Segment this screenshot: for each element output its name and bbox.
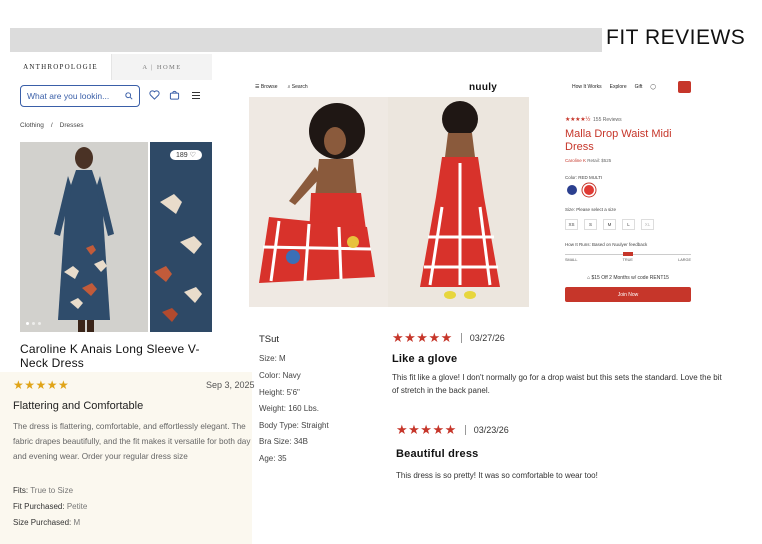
menu-icon: ☰ xyxy=(255,84,260,90)
reviewer-height: Height: 5'6" xyxy=(259,388,300,397)
fit-scale-true: TRUE xyxy=(622,258,633,262)
product-image-seated[interactable] xyxy=(249,97,388,307)
retail-price: Retail: $525 xyxy=(587,158,612,163)
join-now-button[interactable]: Join Now xyxy=(565,287,691,302)
product-rating[interactable]: ★★★★½ 155 Reviews xyxy=(565,116,622,124)
review-2-divider xyxy=(464,425,466,435)
nuuly-panel: ☰ Browse ⌕ Search nuuly How It Works Exp… xyxy=(249,79,691,307)
fit-scale-small: SMALL xyxy=(565,258,578,262)
search-link[interactable]: ⌕ Search xyxy=(288,84,308,90)
review-attribute-fit-purchased: Fit Purchased: Petite xyxy=(13,502,88,511)
fit-label: How It Runs: Based on Nuulyer feedback xyxy=(565,242,648,247)
reviewer-weight: Weight: 160 Lbs. xyxy=(259,404,319,413)
review-2-stars: ★★★★★ xyxy=(396,422,457,437)
review-date: Sep 3, 2025 xyxy=(206,380,255,390)
review-1-date: 03/27/26 xyxy=(469,333,505,343)
fit-scale-marker xyxy=(623,252,633,256)
reviews-count[interactable]: 155 Reviews xyxy=(593,117,622,123)
breadcrumb-separator: / xyxy=(50,122,53,129)
color-swatch-red[interactable] xyxy=(584,185,594,195)
promo-text: ⌂ $15 Off 2 Months w/ code RENT15 xyxy=(587,275,669,281)
breadcrumb-dresses[interactable]: Dresses xyxy=(60,122,84,129)
review-title: Flattering and Comfortable xyxy=(13,400,144,412)
reviewer-age: Age: 35 xyxy=(259,454,287,463)
reviewer-bra-size: Bra Size: 34B xyxy=(259,437,308,446)
header-bar xyxy=(10,28,602,52)
menu-icon[interactable] xyxy=(191,91,201,103)
breadcrumb: Clothing / Dresses xyxy=(20,122,84,129)
size-option-xs[interactable]: XS xyxy=(565,219,578,230)
review-attribute-size-purchased: Size Purchased: M xyxy=(13,518,81,527)
product-name: Caroline K Anais Long Sleeve V-Neck Dres… xyxy=(20,342,200,370)
store-tabs: ANTHROPOLOGIE A | HOME xyxy=(10,54,212,80)
nuuly-nav-right: How It Works Explore Gift ◯ xyxy=(572,84,656,90)
color-swatch-navy[interactable] xyxy=(567,185,577,195)
gift-link[interactable]: Gift xyxy=(635,84,643,90)
review-2-header: ★★★★★ 03/23/26 xyxy=(396,422,509,438)
breadcrumb-clothing[interactable]: Clothing xyxy=(20,122,44,129)
tab-home[interactable]: A | HOME xyxy=(112,54,212,80)
brand-retail: Caroline K Retail: $525 xyxy=(565,158,611,163)
search-icon: ⌕ xyxy=(287,84,291,90)
carousel-dots[interactable] xyxy=(26,322,41,325)
review-star-rating: ★★★★★ xyxy=(13,378,70,392)
search-field[interactable] xyxy=(20,85,140,107)
review-body: The dress is flattering, comfortable, an… xyxy=(13,422,251,461)
fit-scale-labels: SMALL TRUE LARGE xyxy=(565,258,691,262)
color-label: Color: RED MULTI xyxy=(565,175,603,180)
review-1-title: Like a glove xyxy=(392,353,458,365)
nav-cta-button[interactable] xyxy=(678,81,691,93)
reviewer-name: TSut xyxy=(259,334,280,345)
product-title: Malla Drop Waist Midi Dress xyxy=(565,128,672,153)
product-image-back[interactable] xyxy=(388,97,529,307)
reviewer-color: Color: Navy xyxy=(259,371,301,380)
nuuly-logo[interactable]: nuuly xyxy=(469,82,497,93)
size-option-s[interactable]: S xyxy=(584,219,597,230)
brand-name[interactable]: Caroline K xyxy=(565,158,586,163)
product-image-front[interactable] xyxy=(20,142,148,332)
browse-link[interactable]: ☰ Browse xyxy=(255,84,278,90)
review-attribute-fits: Fits: True to Size xyxy=(13,486,74,495)
tab-anthropologie[interactable]: ANTHROPOLOGIE xyxy=(10,54,112,80)
review-1-stars: ★★★★★ xyxy=(392,330,453,345)
how-it-works-link[interactable]: How It Works xyxy=(572,84,602,90)
page-title: FIT REVIEWS xyxy=(606,26,746,49)
size-option-m[interactable]: M xyxy=(603,219,616,230)
review-1-body: This fit like a glove! I don't normally … xyxy=(392,373,722,395)
reviewer-size: Size: M xyxy=(259,354,286,363)
review-2-body: This dress is so pretty! It was so comfo… xyxy=(396,471,598,480)
account-icon[interactable]: ◯ xyxy=(650,84,656,90)
favorite-count-badge[interactable]: 189 ♡ xyxy=(170,150,202,160)
size-option-l[interactable]: L xyxy=(622,219,635,230)
explore-link[interactable]: Explore xyxy=(610,84,627,90)
review-2-date: 03/23/26 xyxy=(473,425,509,435)
search-input[interactable] xyxy=(27,91,119,101)
review-1-header: ★★★★★ 03/27/26 xyxy=(392,330,505,346)
size-label: Size: Please select a size xyxy=(565,207,617,212)
search-icon[interactable] xyxy=(125,92,133,100)
heart-icon[interactable] xyxy=(149,90,160,103)
bag-icon[interactable] xyxy=(169,90,180,103)
tag-icon: ⌂ xyxy=(587,275,591,281)
size-option-xl[interactable]: XL xyxy=(641,219,654,230)
fit-scale-large: LARGE xyxy=(678,258,691,262)
review-1-divider xyxy=(460,333,462,343)
rating-stars: ★★★★½ xyxy=(565,117,591,123)
nuuly-nav-left: ☰ Browse ⌕ Search xyxy=(255,84,308,90)
reviewer-body-type: Body Type: Straight xyxy=(259,421,329,430)
product-image-detail[interactable] xyxy=(150,142,212,332)
review-2-title: Beautiful dress xyxy=(396,448,479,460)
size-options: XS S M L XL xyxy=(565,219,654,230)
